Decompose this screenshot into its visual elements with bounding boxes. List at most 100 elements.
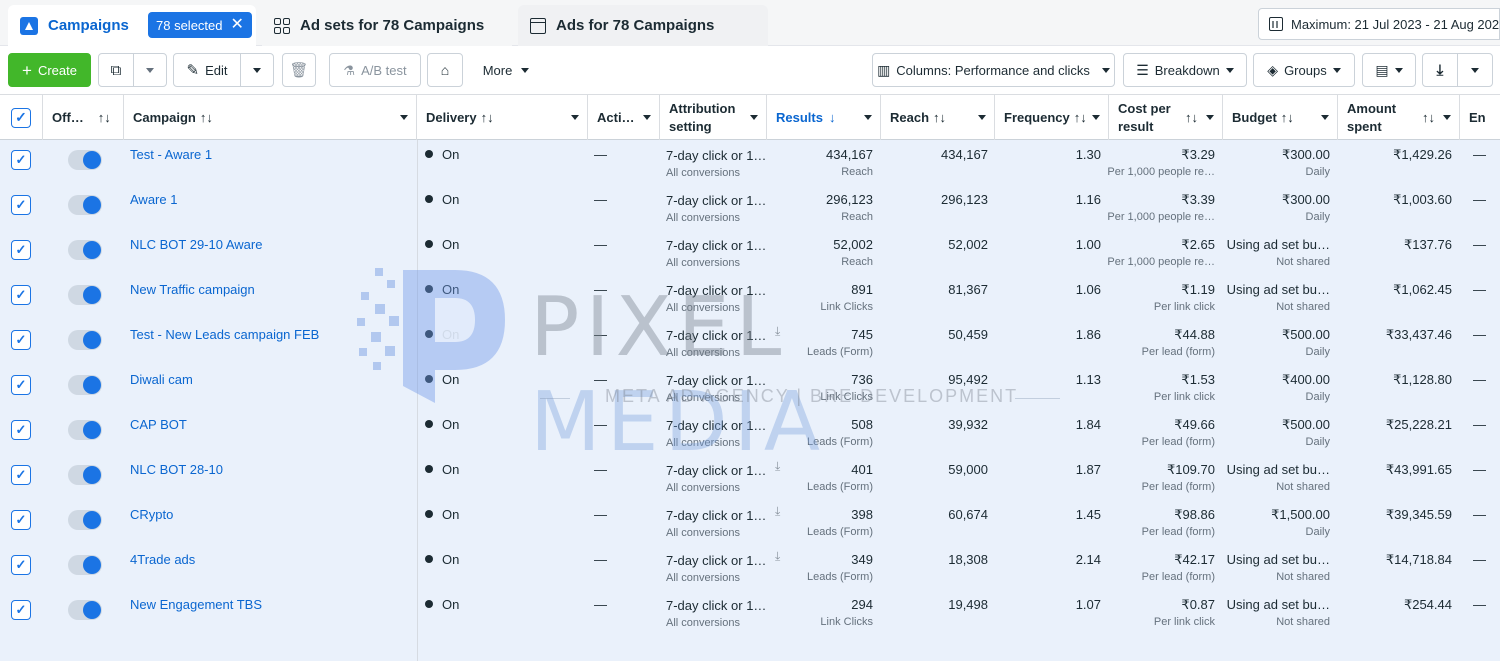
row-checkbox[interactable]: ✓	[11, 195, 31, 215]
table-row[interactable]: ✓ Test - New Leads campaign FEB On — 7-day c…	[0, 320, 1500, 365]
tag-button[interactable]: ⌂	[427, 53, 463, 87]
chevron-down-icon[interactable]	[1206, 115, 1214, 120]
campaign-name-link[interactable]: Test - Aware 1	[130, 147, 212, 162]
table-row[interactable]: ✓ Diwali cam On — 7-day click or 1… All conve…	[0, 365, 1500, 410]
sort-icon[interactable]: ↑↓	[200, 110, 213, 125]
campaign-on-off-toggle[interactable]	[68, 195, 102, 215]
download-leads-icon[interactable]: ⤓	[775, 504, 780, 519]
tab-campaigns[interactable]: Campaigns 78 selected ✕	[8, 5, 256, 46]
selected-count-pill[interactable]: 78 selected ✕	[148, 12, 252, 38]
campaign-name-link[interactable]: Test - New Leads campaign FEB	[130, 327, 319, 342]
campaign-name-link[interactable]: Diwali cam	[130, 372, 193, 387]
table-row[interactable]: ✓ New Engagement TBS On — 7-day click or 1… A…	[0, 590, 1500, 635]
col-frequency[interactable]: Frequency ↑↓	[995, 95, 1109, 140]
sort-icon[interactable]: ↑↓	[1422, 110, 1435, 125]
sort-icon[interactable]: ↑↓	[481, 110, 494, 125]
sort-icon[interactable]: ↑↓	[98, 110, 111, 125]
groups-button[interactable]: ◈ Groups	[1253, 53, 1355, 87]
export-button[interactable]: ⤓	[1422, 53, 1458, 87]
columns-button[interactable]: ▥ Columns: Performance and clicks	[872, 53, 1115, 87]
campaign-on-off-toggle[interactable]	[68, 330, 102, 350]
col-campaign[interactable]: Campaign ↑↓	[124, 95, 417, 140]
campaign-on-off-toggle[interactable]	[68, 285, 102, 305]
chevron-down-icon[interactable]	[864, 115, 872, 120]
row-checkbox[interactable]: ✓	[11, 510, 31, 530]
duplicate-dropdown-button[interactable]	[133, 53, 167, 87]
col-reach[interactable]: Reach ↑↓	[881, 95, 995, 140]
breakdown-button[interactable]: ☰ Breakdown	[1123, 53, 1247, 87]
duplicate-button[interactable]: ⧉	[98, 53, 134, 87]
campaign-on-off-toggle[interactable]	[68, 420, 102, 440]
sort-icon[interactable]: ↑↓	[1185, 110, 1198, 125]
row-checkbox[interactable]: ✓	[11, 150, 31, 170]
campaign-on-off-toggle[interactable]	[68, 555, 102, 575]
row-checkbox[interactable]: ✓	[11, 555, 31, 575]
table-row[interactable]: ✓ 4Trade ads On — 7-day click or 1… All conve…	[0, 545, 1500, 590]
campaign-on-off-toggle[interactable]	[68, 600, 102, 620]
edit-dropdown-button[interactable]	[240, 53, 274, 87]
chevron-down-icon[interactable]	[400, 115, 408, 120]
sort-icon[interactable]: ↑↓	[1074, 110, 1087, 125]
row-checkbox[interactable]: ✓	[11, 465, 31, 485]
chevron-down-icon[interactable]	[1443, 115, 1451, 120]
download-leads-icon[interactable]: ⤓	[775, 459, 780, 474]
col-cost-per-result[interactable]: Cost per result ↑↓	[1109, 95, 1223, 140]
table-row[interactable]: ✓ NLC BOT 28-10 On — 7-day click or 1… All co…	[0, 455, 1500, 500]
chevron-down-icon[interactable]	[1092, 115, 1100, 120]
download-leads-icon[interactable]: ⤓	[775, 549, 780, 564]
export-dropdown-button[interactable]	[1457, 53, 1493, 87]
campaign-on-off-toggle[interactable]	[68, 510, 102, 530]
chevron-down-icon[interactable]	[571, 115, 579, 120]
campaign-name-link[interactable]: CRypto	[130, 507, 173, 522]
sort-icon[interactable]: ↑↓	[1281, 110, 1294, 125]
campaign-on-off-toggle[interactable]	[68, 240, 102, 260]
sort-icon[interactable]: ↑↓	[933, 110, 946, 125]
row-checkbox[interactable]: ✓	[11, 240, 31, 260]
campaign-name-link[interactable]: New Engagement TBS	[130, 597, 262, 612]
row-checkbox[interactable]: ✓	[11, 375, 31, 395]
tab-ad-sets[interactable]: Ad sets for 78 Campaigns	[262, 5, 512, 46]
col-amount-spent[interactable]: Amount spent ↑↓	[1338, 95, 1460, 140]
chevron-down-icon[interactable]	[978, 115, 986, 120]
col-actions[interactable]: Acti…	[588, 95, 660, 140]
campaign-on-off-toggle[interactable]	[68, 375, 102, 395]
col-attribution[interactable]: Attribution setting	[660, 95, 767, 140]
select-all-checkbox[interactable]: ✓	[11, 107, 31, 128]
edit-button[interactable]: ✎ Edit	[173, 53, 241, 87]
row-checkbox[interactable]: ✓	[11, 600, 31, 620]
delete-button[interactable]: 🗑	[282, 53, 316, 87]
table-row[interactable]: ✓ New Traffic campaign On — 7-day click or 1…	[0, 275, 1500, 320]
campaign-name-link[interactable]: NLC BOT 28-10	[130, 462, 223, 477]
campaign-name-link[interactable]: New Traffic campaign	[130, 282, 255, 297]
campaign-on-off-toggle[interactable]	[68, 465, 102, 485]
table-row[interactable]: ✓ CRypto On — 7-day click or 1… All conversio…	[0, 500, 1500, 545]
ab-test-button[interactable]: ⚗ A/B test	[329, 53, 421, 87]
col-results[interactable]: Results ↓	[767, 95, 881, 140]
more-button[interactable]: More	[470, 53, 542, 87]
table-row[interactable]: ✓ NLC BOT 29-10 Aware On — 7-day click or 1……	[0, 230, 1500, 275]
row-checkbox[interactable]: ✓	[11, 285, 31, 305]
col-budget[interactable]: Budget ↑↓	[1223, 95, 1338, 140]
col-ends[interactable]: En	[1460, 95, 1500, 140]
table-row[interactable]: ✓ Aware 1 On — 7-day click or 1… All conversi…	[0, 185, 1500, 230]
table-row[interactable]: ✓ CAP BOT On — 7-day click or 1… All conversi…	[0, 410, 1500, 455]
table-row[interactable]: ✓ Test - Aware 1 On — 7-day click or 1… All c…	[0, 140, 1500, 185]
row-checkbox[interactable]: ✓	[11, 420, 31, 440]
sort-desc-icon[interactable]: ↓	[829, 110, 836, 125]
campaign-name-link[interactable]: Aware 1	[130, 192, 177, 207]
campaign-name-link[interactable]: 4Trade ads	[130, 552, 195, 567]
chevron-down-icon[interactable]	[1321, 115, 1329, 120]
campaign-name-link[interactable]: NLC BOT 29-10 Aware	[130, 237, 262, 252]
row-checkbox[interactable]: ✓	[11, 330, 31, 350]
date-range-picker[interactable]: Maximum: 21 Jul 2023 - 21 Aug 2023	[1258, 8, 1500, 40]
download-leads-icon[interactable]: ⤓	[775, 324, 780, 339]
col-off-on[interactable]: Off… ↑↓	[43, 95, 124, 140]
create-button[interactable]: + Create	[8, 53, 91, 87]
clear-selection-icon[interactable]: ✕	[231, 17, 244, 33]
reports-button[interactable]: ▤	[1362, 53, 1416, 87]
col-delivery[interactable]: Delivery ↑↓	[417, 95, 588, 140]
chevron-down-icon[interactable]	[750, 115, 758, 120]
chevron-down-icon[interactable]	[643, 115, 651, 120]
campaign-on-off-toggle[interactable]	[68, 150, 102, 170]
campaign-name-link[interactable]: CAP BOT	[130, 417, 187, 432]
